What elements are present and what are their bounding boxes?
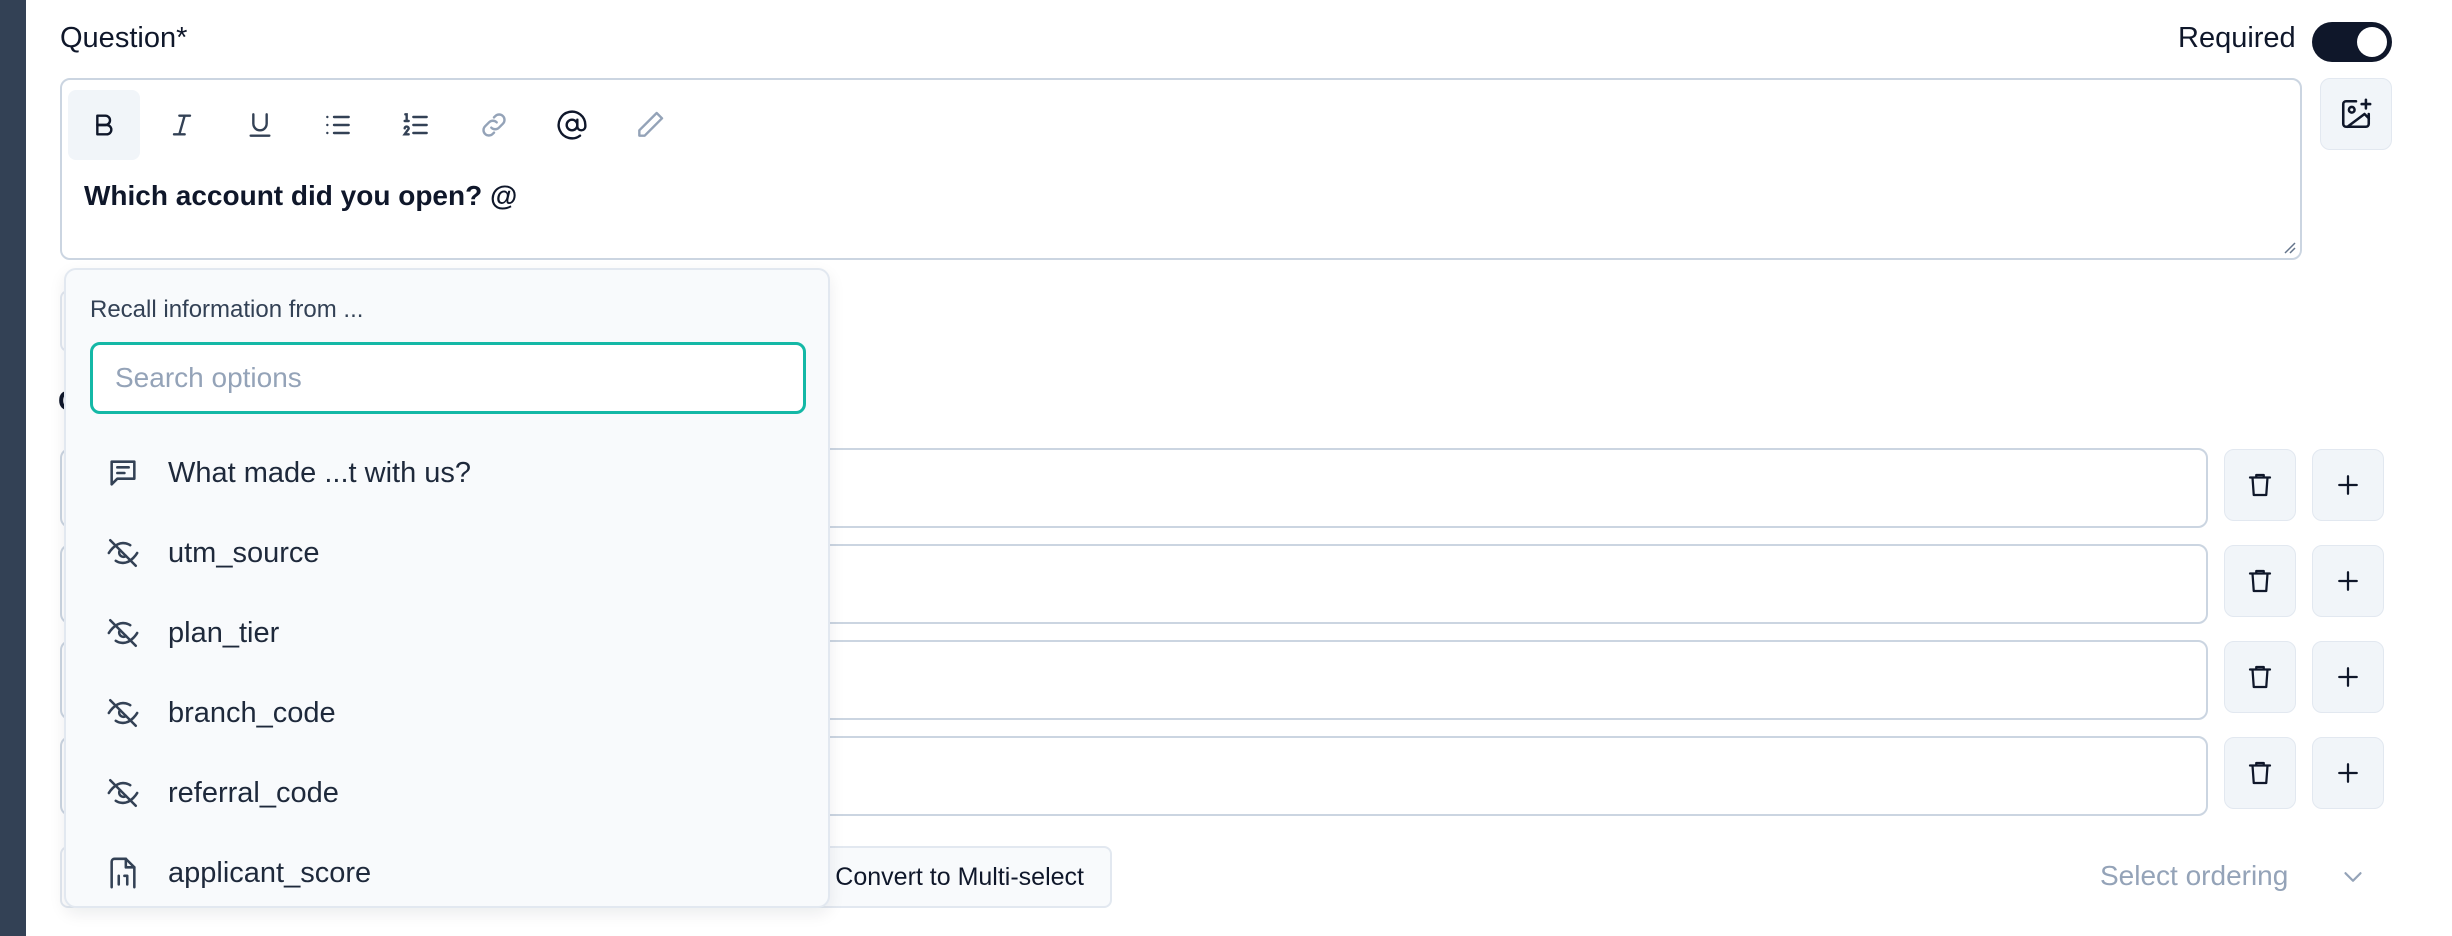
recall-search-input[interactable] bbox=[90, 342, 806, 414]
ordering-select[interactable]: Select ordering bbox=[2100, 860, 2288, 892]
plus-icon bbox=[2338, 763, 2358, 783]
add-choice-button[interactable] bbox=[2312, 737, 2384, 809]
required-toggle[interactable] bbox=[2312, 22, 2392, 62]
plus-icon bbox=[2338, 571, 2358, 591]
link-button[interactable] bbox=[458, 90, 530, 160]
required-label: Required bbox=[2178, 22, 2296, 54]
plus-icon bbox=[2338, 667, 2358, 687]
delete-choice-button[interactable] bbox=[2224, 449, 2296, 521]
bullet-list-icon bbox=[326, 115, 350, 135]
recall-option[interactable]: applicant_score bbox=[90, 838, 806, 906]
delete-choice-button[interactable] bbox=[2224, 545, 2296, 617]
recall-dropdown: Recall information from ... What made ..… bbox=[64, 268, 830, 908]
eye-off-icon bbox=[106, 776, 140, 810]
underline-icon bbox=[249, 113, 271, 137]
question-editor[interactable]: Which account did you open? @ bbox=[60, 78, 2302, 260]
chevron-down-icon[interactable] bbox=[2338, 862, 2368, 892]
image-plus-icon bbox=[2341, 98, 2372, 129]
eye-off-icon bbox=[106, 616, 140, 650]
recall-option[interactable]: What made ...t with us? bbox=[90, 438, 806, 508]
add-choice-button[interactable] bbox=[2312, 641, 2384, 713]
recall-option-label: plan_tier bbox=[168, 616, 280, 649]
toggle-knob bbox=[2357, 27, 2387, 57]
recall-option-label: utm_source bbox=[168, 536, 320, 569]
recall-title: Recall information from ... bbox=[90, 296, 364, 323]
bold-button[interactable] bbox=[68, 90, 140, 160]
delete-choice-button[interactable] bbox=[2224, 737, 2296, 809]
recall-option[interactable]: branch_code bbox=[90, 678, 806, 748]
resize-handle-icon[interactable] bbox=[2280, 238, 2296, 254]
italic-button[interactable] bbox=[146, 90, 218, 160]
recall-option-label: branch_code bbox=[168, 696, 336, 729]
plus-icon bbox=[2338, 475, 2358, 495]
sidebar-strip bbox=[0, 0, 26, 936]
recall-option[interactable]: plan_tier bbox=[90, 598, 806, 668]
question-label: Question* bbox=[60, 22, 188, 54]
convert-to-multiselect-button[interactable]: Convert to Multi-select bbox=[790, 846, 1112, 908]
recall-option[interactable]: utm_source bbox=[90, 518, 806, 588]
trash-icon bbox=[2248, 665, 2272, 689]
eye-off-icon bbox=[106, 536, 140, 570]
numbered-list-button[interactable] bbox=[380, 90, 452, 160]
message-icon bbox=[106, 456, 140, 490]
recall-option[interactable]: referral_code bbox=[90, 758, 806, 828]
add-choice-button[interactable] bbox=[2312, 545, 2384, 617]
recall-option-label: applicant_score bbox=[168, 856, 372, 889]
numbered-list-icon bbox=[402, 113, 428, 136]
pencil-icon bbox=[638, 111, 664, 137]
file-digit-icon bbox=[106, 856, 140, 890]
trash-icon bbox=[2248, 473, 2272, 497]
bullet-list-button[interactable] bbox=[302, 90, 374, 160]
recall-option-label: referral_code bbox=[168, 776, 339, 809]
mention-button[interactable] bbox=[536, 90, 608, 160]
mention-icon bbox=[557, 110, 587, 140]
trash-icon bbox=[2248, 569, 2272, 593]
add-choice-button[interactable] bbox=[2312, 449, 2384, 521]
bold-icon bbox=[96, 114, 113, 136]
underline-button[interactable] bbox=[224, 90, 296, 160]
pencil-button[interactable] bbox=[614, 90, 686, 160]
italic-icon bbox=[172, 114, 192, 136]
recall-option-label: What made ...t with us? bbox=[168, 456, 472, 489]
question-text[interactable]: Which account did you open? @ bbox=[84, 180, 517, 212]
trash-icon bbox=[2248, 761, 2272, 785]
add-image-button[interactable] bbox=[2320, 78, 2392, 150]
delete-choice-button[interactable] bbox=[2224, 641, 2296, 713]
eye-off-icon bbox=[106, 696, 140, 730]
link-icon bbox=[482, 113, 506, 137]
